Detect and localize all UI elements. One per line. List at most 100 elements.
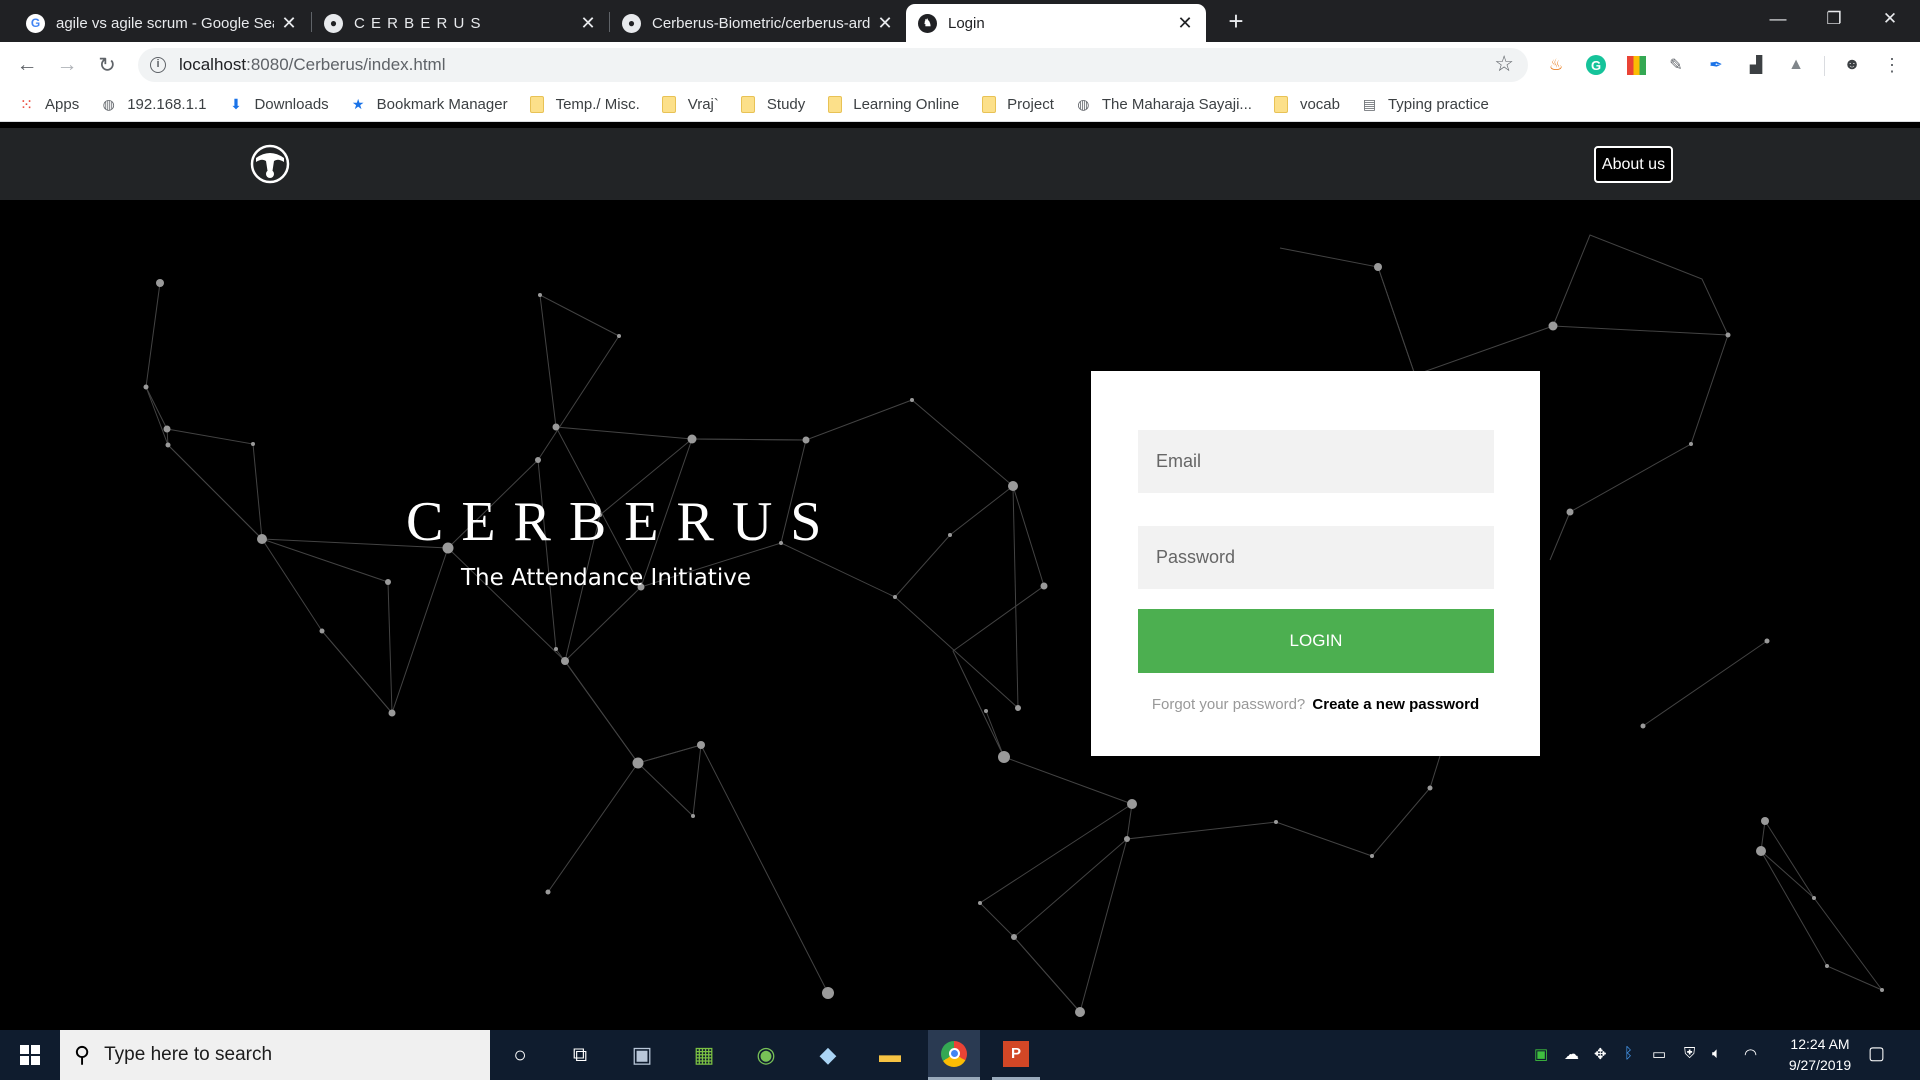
folder-icon: [741, 96, 756, 113]
color-picker-icon[interactable]: [1624, 53, 1648, 77]
system-clock[interactable]: 12:24 AM 9/27/2019: [1772, 1034, 1868, 1076]
start-windows-icon[interactable]: [0, 1030, 60, 1080]
bookmark-label: Apps: [45, 96, 80, 113]
globe-icon: ◍: [1077, 96, 1090, 112]
bookmark-maharaja[interactable]: ◍ The Maharaja Sayaji...: [1075, 96, 1252, 113]
minimize-icon[interactable]: —: [1750, 0, 1806, 38]
login-button[interactable]: LOGIN: [1138, 609, 1494, 673]
search-icon: ⚲: [74, 1042, 91, 1067]
battery-icon[interactable]: ▭: [1652, 1045, 1666, 1063]
bookmark-label: The Maharaja Sayaji...: [1101, 96, 1252, 113]
bookmark-folder-vocab[interactable]: vocab: [1273, 96, 1340, 113]
cerberus-logo-icon[interactable]: [250, 144, 290, 184]
defender-icon[interactable]: ⛨: [1684, 1045, 1695, 1062]
tab-title: Login: [948, 14, 985, 32]
chrome-icon[interactable]: [928, 1030, 980, 1080]
wifi-icon[interactable]: ◠: [1744, 1045, 1757, 1063]
tools-extension-icon[interactable]: ✎: [1664, 53, 1688, 77]
bookmarks-bar: ⁙ Apps ◍ 192.168.1.1 ⬇ Downloads ★ Bookmark …: [0, 88, 1920, 122]
forward-icon[interactable]: →: [52, 50, 82, 80]
url-text[interactable]: localhost:8080/Cerberus/index.html: [179, 55, 446, 75]
download-icon: ⬇: [230, 96, 242, 112]
particle-network-background: [143, 234, 1884, 1017]
particle-nodes: [143, 263, 1884, 1017]
volume-icon[interactable]: 🔈︎: [1712, 1045, 1721, 1062]
app-icon-files[interactable]: ▣: [618, 1030, 666, 1080]
bookmark-label: Vraj`: [687, 96, 719, 113]
clock-time: 12:24 AM: [1790, 1036, 1850, 1052]
virtualbox-icon[interactable]: ◆: [804, 1030, 852, 1080]
bookmark-router[interactable]: ◍ 192.168.1.1: [100, 96, 207, 113]
cerberus-logo-icon: ♞: [918, 13, 937, 33]
page-icon: ▤: [1362, 96, 1377, 112]
bookmark-manager[interactable]: ★ Bookmark Manager: [350, 96, 508, 113]
new-tab-icon[interactable]: +: [1222, 7, 1250, 35]
browser-tab-strip: G agile vs agile scrum - Google Sea ✕ ● …: [0, 0, 1920, 42]
action-center-icon[interactable]: ▢: [1868, 1043, 1885, 1064]
star-icon: ★: [351, 96, 365, 112]
toolbar-divider: [1824, 56, 1825, 76]
forgot-password-text: Forgot your password?: [1151, 696, 1306, 713]
bookmark-label: 192.168.1.1: [127, 96, 207, 113]
drive-icon[interactable]: ▲: [1784, 53, 1808, 77]
github-icon: ●: [324, 13, 343, 33]
tab-cerberus-repo[interactable]: ● Cerberus-Biometric/cerberus-ard ✕: [610, 4, 906, 42]
email-field[interactable]: [1138, 430, 1494, 493]
puzzle-extension-icon[interactable]: ▟: [1744, 53, 1768, 77]
site-info-icon[interactable]: i: [150, 57, 166, 73]
taskbar-search-input[interactable]: ⚲ Type here to search: [60, 1030, 490, 1080]
folder-icon: [981, 96, 996, 113]
tray-app-icon[interactable]: ▣: [1534, 1045, 1548, 1063]
about-us-button[interactable]: About us: [1594, 146, 1673, 183]
folder-icon: [530, 96, 545, 113]
bookmark-folder-project[interactable]: Project: [980, 96, 1054, 113]
cortana-icon[interactable]: ○: [496, 1030, 544, 1080]
bookmark-folder-study[interactable]: Study: [740, 96, 805, 113]
tab-title: agile vs agile scrum - Google Sea: [56, 14, 274, 32]
dropbox-icon[interactable]: ✥: [1594, 1045, 1607, 1063]
menu-kebab-icon[interactable]: ⋮: [1880, 53, 1904, 77]
bookmark-downloads[interactable]: ⬇ Downloads: [227, 96, 329, 113]
bookmark-label: Bookmark Manager: [376, 96, 508, 113]
back-icon[interactable]: ←: [12, 50, 42, 80]
powerpoint-icon[interactable]: P: [992, 1030, 1040, 1080]
page-viewport: About us CERBERUS The Attendance Initiat…: [0, 128, 1920, 1030]
file-explorer-icon[interactable]: ▬: [866, 1030, 914, 1080]
tab-cerberus-github[interactable]: ● C E R B E R U S ✕: [312, 4, 609, 42]
bookmark-apps[interactable]: ⁙ Apps: [18, 96, 80, 114]
tab-login[interactable]: ♞ Login ✕: [906, 4, 1206, 42]
password-field[interactable]: [1138, 526, 1494, 589]
task-view-icon[interactable]: ⧉: [556, 1030, 604, 1080]
tab-close-icon[interactable]: ✕: [1176, 13, 1194, 34]
search-placeholder: Type here to search: [104, 1044, 273, 1065]
app-icon-photos[interactable]: ▦: [680, 1030, 728, 1080]
github-icon: ●: [622, 13, 641, 33]
bookmark-folder-vraj[interactable]: Vraj`: [661, 96, 719, 113]
bookmark-label: Temp./ Misc.: [555, 96, 640, 113]
restore-icon[interactable]: ❐: [1806, 0, 1862, 38]
bookmark-typing[interactable]: ▤ Typing practice: [1361, 96, 1489, 113]
create-password-link[interactable]: Create a new password: [1312, 696, 1479, 713]
profile-avatar-icon[interactable]: ☻: [1840, 53, 1864, 77]
grammarly-icon[interactable]: G: [1584, 53, 1608, 77]
reload-icon[interactable]: ↻: [92, 50, 122, 80]
fire-extension-icon[interactable]: ♨: [1544, 53, 1568, 77]
onedrive-icon[interactable]: ☁: [1564, 1045, 1579, 1063]
bookmark-folder-learning[interactable]: Learning Online: [826, 96, 959, 113]
pen-extension-icon[interactable]: ✒: [1704, 53, 1728, 77]
bookmark-label: vocab: [1299, 96, 1340, 113]
tab-close-icon[interactable]: ✕: [280, 13, 298, 34]
globe-icon: ◍: [102, 96, 115, 112]
windows-taskbar: ⚲ Type here to search ○ ⧉ ▣ ▦ ◉ ◆ ▬ P ▣ …: [0, 1030, 1920, 1080]
hero-subtitle: The Attendance Initiative: [461, 565, 751, 591]
tab-close-icon[interactable]: ✕: [876, 13, 894, 34]
address-bar[interactable]: i localhost:8080/Cerberus/index.html ☆: [138, 48, 1528, 82]
tab-google-search[interactable]: G agile vs agile scrum - Google Sea ✕: [14, 4, 310, 42]
bluetooth-icon[interactable]: ᛒ: [1624, 1045, 1633, 1062]
tab-close-icon[interactable]: ✕: [579, 13, 597, 34]
bookmark-folder-temp[interactable]: Temp./ Misc.: [529, 96, 640, 113]
android-studio-icon[interactable]: ◉: [742, 1030, 790, 1080]
close-window-icon[interactable]: ✕: [1862, 0, 1918, 38]
bookmark-star-icon[interactable]: ☆: [1494, 51, 1514, 77]
chrome-logo: [941, 1040, 967, 1067]
